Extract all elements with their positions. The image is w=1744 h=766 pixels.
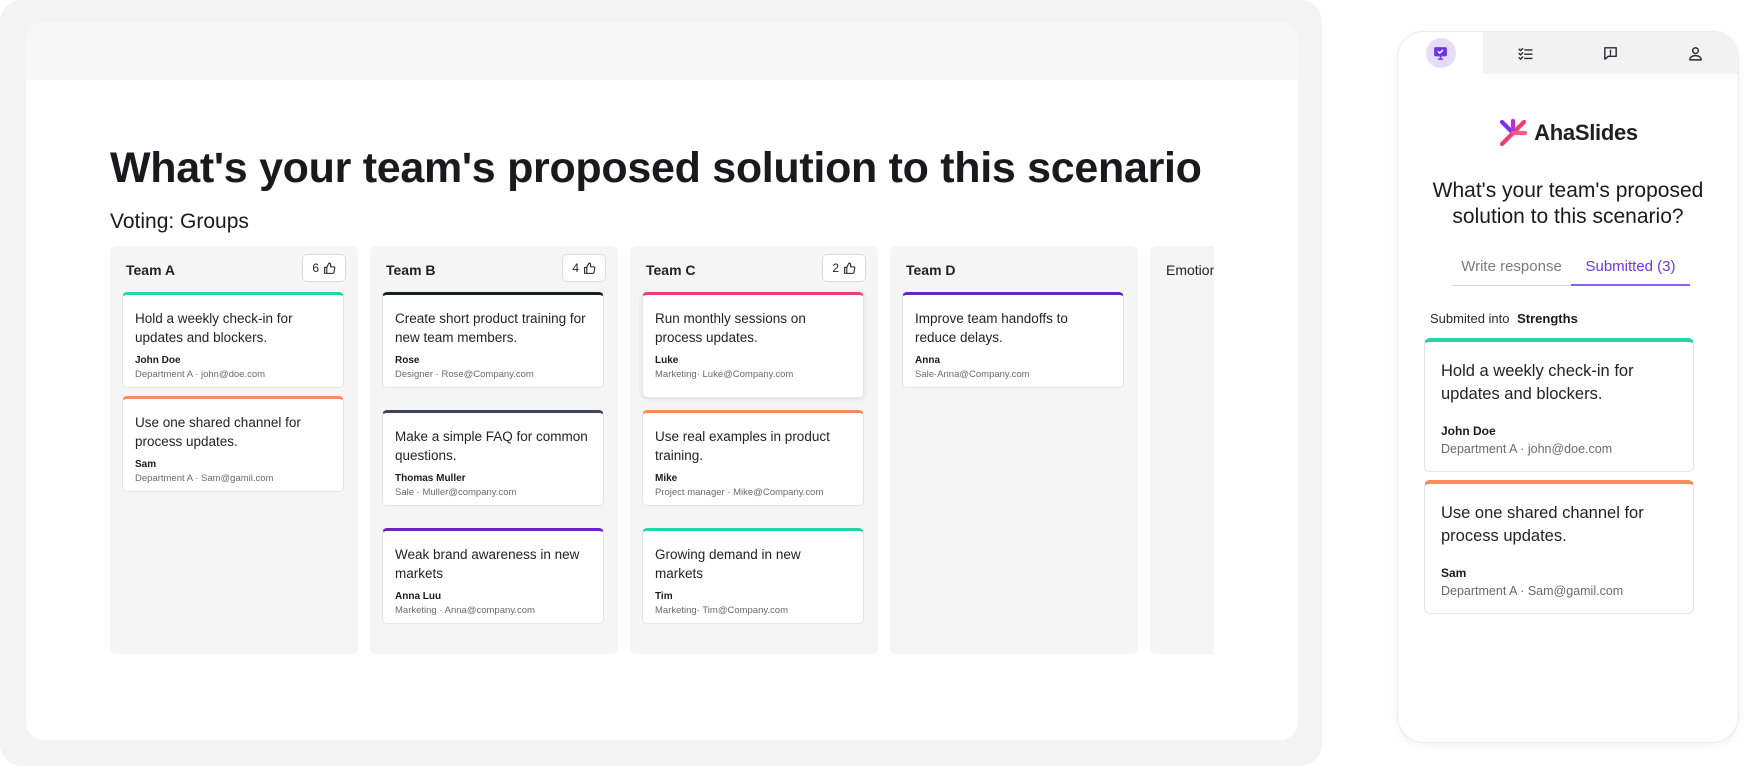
voting-board: Team A 6 Hold a weekly check-in for upda… (110, 246, 1214, 654)
thumbs-up-icon (844, 262, 856, 274)
column-emotion: Emotion (1150, 246, 1214, 654)
nav-tab-presentation[interactable] (1398, 32, 1483, 74)
card-meta: Department A · Sam@gamil.com (1441, 584, 1624, 598)
column-name: Team B (386, 262, 436, 278)
column-name: Team D (906, 262, 956, 278)
column-header: Team B 4 (370, 246, 618, 292)
card-meta: Department A · john@doe.com (135, 369, 266, 380)
card-text: Improve team handoffs to reduce delays. (915, 311, 1068, 345)
idea-card[interactable]: Improve team handoffs to reduce delays. … (902, 292, 1124, 388)
idea-card[interactable]: Run monthly sessions on process updates.… (642, 292, 864, 398)
card-text: Use real examples in product training. (655, 429, 830, 463)
voting-label: Voting: Groups (110, 210, 249, 233)
presenter-screen: What's your team's proposed solution to … (26, 22, 1298, 740)
vote-button[interactable]: 6 (302, 254, 346, 282)
column-name: Team A (126, 262, 176, 278)
ahaslides-logo-icon (1500, 118, 1528, 147)
presentation-icon (1434, 46, 1447, 60)
card-meta: Department A · john@doe.com (1441, 442, 1613, 456)
card-text: Run monthly sessions on process updates. (655, 311, 806, 345)
nav-tab-chat[interactable] (1568, 32, 1653, 74)
card-author: Anna (915, 355, 940, 366)
card-text: Hold a weekly check-in for updates and b… (135, 311, 293, 345)
nav-tab-checklist[interactable] (1483, 32, 1568, 74)
submitted-into: Submited into Strengths (1430, 311, 1578, 326)
column-team-c: Team C 2 Run monthly sessions on process… (630, 246, 878, 654)
card-author: Thomas Muller (395, 473, 466, 484)
idea-card[interactable]: Use one shared channel for process updat… (122, 396, 344, 492)
user-icon (1689, 46, 1702, 61)
slide-title: What's your team's proposed solution to … (110, 144, 1202, 192)
card-author: Sam (135, 459, 157, 470)
chat-icon (1604, 46, 1617, 60)
card-meta: Department A · Sam@gamil.com (135, 473, 274, 484)
card-meta: Project manager · Mike@Company.com (655, 487, 824, 498)
card-meta: Marketing· Luke@Company.com (655, 369, 794, 380)
card-text: Growing demand in new markets (655, 547, 801, 581)
phone-question: What's your team's proposed solution to … (1432, 179, 1704, 228)
card-author: John Doe (1441, 424, 1496, 438)
submitted-card[interactable]: Use one shared channel for process updat… (1424, 480, 1694, 614)
card-meta: Marketing · Anna@company.com (395, 605, 535, 616)
card-author: Anna Luu (395, 591, 442, 602)
tab-submitted[interactable]: Submitted (3) (1571, 254, 1690, 286)
presenter-frame: What's your team's proposed solution to … (0, 0, 1322, 766)
card-author: John Doe (135, 355, 181, 366)
card-text: Make a simple FAQ for common questions. (395, 429, 588, 463)
card-text: Use one shared channel for process updat… (135, 415, 301, 449)
card-author: Sam (1441, 566, 1467, 580)
thumbs-up-icon (324, 262, 336, 274)
vote-button[interactable]: 2 (822, 254, 866, 282)
audience-phone: AhaSlides What's your team's proposed so… (1398, 32, 1738, 742)
submitted-into-value: Strengths (1517, 311, 1578, 326)
tab-write-response[interactable]: Write response (1452, 254, 1571, 286)
submitted-into-label: Submited into (1430, 311, 1510, 326)
idea-card[interactable]: Create short product training for new te… (382, 292, 604, 388)
checklist-icon (1518, 47, 1533, 60)
column-name: Emotion (1166, 262, 1214, 278)
column-team-b: Team B 4 Create short product training f… (370, 246, 618, 654)
column-header: Team A 6 (110, 246, 358, 292)
submitted-card[interactable]: Hold a weekly check-in for updates and b… (1424, 338, 1694, 472)
column-team-d: Team D Improve team handoffs to reduce d… (890, 246, 1138, 654)
card-text: Hold a weekly check-in for updates and b… (1441, 362, 1634, 403)
phone-tabs: Write response Submitted (3) (1452, 254, 1690, 286)
idea-card[interactable]: Hold a weekly check-in for updates and b… (122, 292, 344, 388)
vote-count: 2 (832, 261, 839, 275)
card-meta: Sale · Muller@company.com (395, 487, 517, 498)
idea-card[interactable]: Use real examples in product training. M… (642, 410, 864, 506)
column-header: Team D (890, 246, 1138, 292)
card-text: Use one shared channel for process updat… (1441, 504, 1644, 545)
presenter-topbar (26, 22, 1298, 80)
vote-count: 6 (312, 261, 319, 275)
card-author: Tim (655, 591, 673, 602)
card-meta: Marketing· Tim@Company.com (655, 605, 788, 616)
vote-button[interactable]: 4 (562, 254, 606, 282)
column-header: Emotion (1150, 246, 1214, 292)
thumbs-up-icon (584, 262, 596, 274)
presentation-icon-wrapper (1425, 38, 1456, 68)
vote-count: 4 (572, 261, 579, 275)
column-name: Team C (646, 262, 696, 278)
card-meta: Designer · Rose@Company.com (395, 369, 534, 380)
card-author: Mike (655, 473, 678, 484)
idea-card[interactable]: Weak brand awareness in new markets Anna… (382, 528, 604, 624)
column-header: Team C 2 (630, 246, 878, 292)
card-text: Weak brand awareness in new markets (395, 547, 580, 581)
idea-card[interactable]: Make a simple FAQ for common questions. … (382, 410, 604, 506)
card-author: Rose (395, 355, 420, 366)
brand-name: AhaSlides (1534, 120, 1638, 145)
idea-card[interactable]: Growing demand in new markets Tim Market… (642, 528, 864, 624)
brand: AhaSlides (1398, 118, 1738, 148)
column-team-a: Team A 6 Hold a weekly check-in for upda… (110, 246, 358, 654)
card-text: Create short product training for new te… (395, 311, 586, 345)
phone-nav (1398, 32, 1738, 74)
nav-tab-profile[interactable] (1653, 32, 1738, 74)
card-author: Luke (655, 355, 679, 366)
card-meta: Sale·Anna@Company.com (915, 369, 1030, 380)
